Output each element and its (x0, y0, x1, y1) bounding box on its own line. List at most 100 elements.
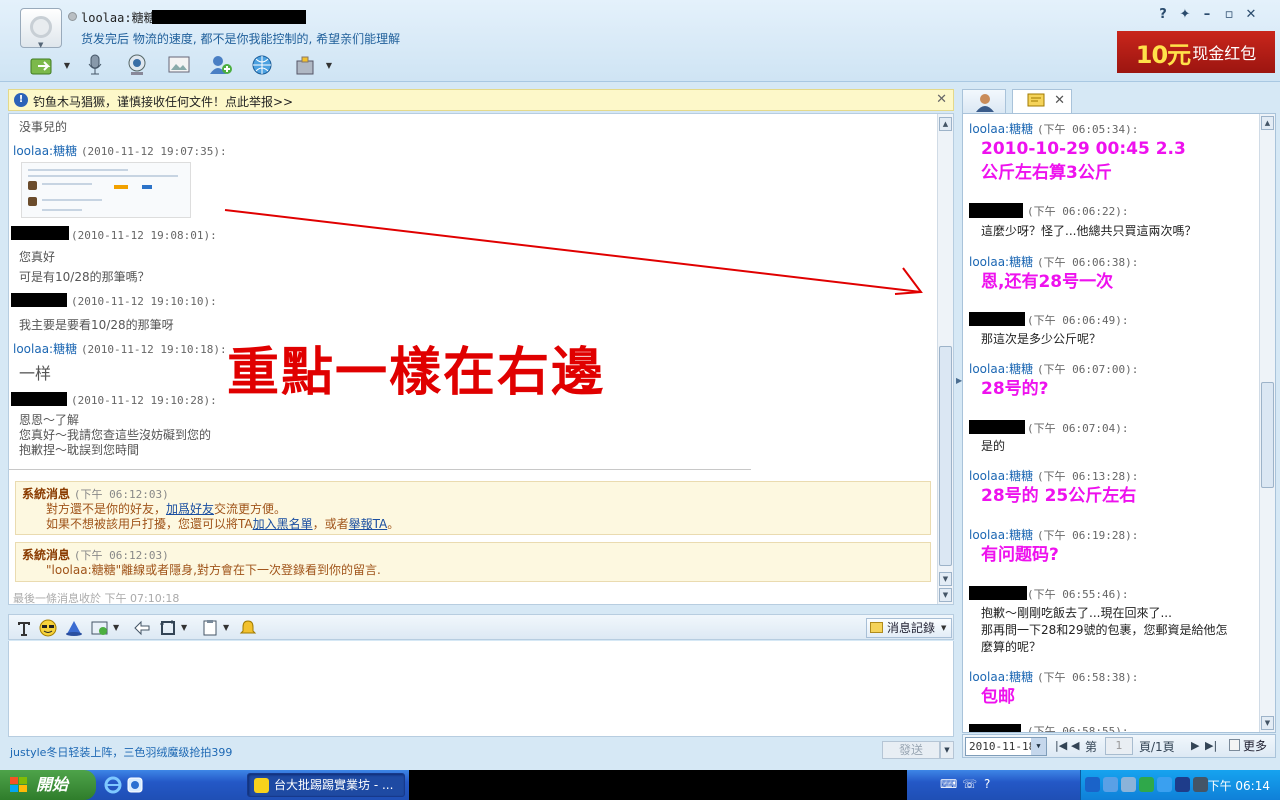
start-button[interactable]: 開始 (0, 770, 96, 800)
update-icon[interactable] (1157, 777, 1172, 792)
add-friend-button[interactable] (206, 53, 236, 77)
keyboard-icon[interactable]: ⌨ (940, 777, 957, 791)
prev-page-icon[interactable]: ◀ (1071, 739, 1079, 752)
chevron-down-icon[interactable]: ▼ (181, 623, 187, 632)
bell-icon[interactable] (239, 619, 257, 637)
date-select[interactable]: 2010-11-18 ▼ (965, 737, 1047, 756)
bluetooth-icon[interactable] (1175, 777, 1190, 792)
message-input[interactable] (8, 641, 954, 737)
close-icon[interactable]: ✕ (1054, 93, 1065, 108)
chat-scrollbar[interactable]: ▲ ▼ ▼ (937, 114, 953, 604)
scroll-up-icon[interactable]: ▲ (1261, 116, 1274, 130)
sender-name[interactable]: loolaa:糖糖 (969, 469, 1033, 483)
sender-name[interactable]: loolaa:糖糖 (969, 122, 1033, 136)
minimize-icon[interactable]: – (1198, 6, 1216, 24)
microphone-icon (88, 54, 102, 75)
maximize-icon[interactable]: ▫ (1220, 6, 1238, 24)
more-button[interactable]: 更多 (1229, 737, 1267, 754)
panel-splitter[interactable]: ▶ (955, 350, 962, 410)
system-message-line: 對方還不是你的好友，加爲好友交流更方便。 (22, 502, 924, 517)
emoticon-icon[interactable] (39, 619, 57, 637)
sender-name[interactable]: loolaa:糖糖 (969, 670, 1033, 684)
chevron-down-icon[interactable]: ▼ (1031, 738, 1046, 755)
phone-icon[interactable]: ☏ (962, 777, 977, 791)
message-history-button[interactable]: 消息記錄 (866, 618, 952, 638)
image-icon[interactable] (91, 619, 109, 637)
video-button[interactable] (122, 53, 152, 77)
last-page-icon[interactable]: ▶| (1205, 739, 1217, 752)
taskbar-item-browser[interactable]: 台大批踢踢實業坊 - ... (247, 773, 405, 797)
sender-name[interactable]: loolaa:糖糖 (969, 255, 1033, 269)
message-text: 抱歉捏～耽誤到您時間 (19, 443, 140, 457)
close-icon[interactable]: ✕ (1242, 6, 1260, 24)
monitor-icon[interactable] (1193, 777, 1208, 792)
promo-banner[interactable]: 10元 现金红包 (1117, 31, 1275, 73)
footer-ad-link[interactable]: justyle冬日轻装上阵，三色羽绒魔级抢拍399 (10, 744, 232, 760)
message-text: 一样 (19, 364, 52, 383)
chevron-down-icon[interactable]: ▼ (940, 741, 954, 759)
remote-desktop-button[interactable] (164, 53, 194, 77)
message-time: (下午 06:06:49): (1027, 314, 1129, 327)
clock: 下午 06:14 (1207, 779, 1270, 793)
help-icon[interactable]: ? (1154, 6, 1172, 24)
task-label: 台大批踢踢實業坊 - ... (274, 778, 394, 792)
sender-name[interactable]: loolaa:糖糖 (969, 362, 1033, 376)
sender-name[interactable]: loolaa:糖糖 (13, 342, 77, 356)
next-page-icon[interactable]: ▶ (1191, 739, 1199, 752)
scroll-thumb[interactable] (1261, 382, 1274, 488)
add-friend-link[interactable]: 加爲好友 (166, 502, 214, 516)
internet-explorer-icon[interactable] (104, 776, 122, 794)
promo-amount: 10元 (1135, 40, 1191, 69)
share-button[interactable] (248, 53, 278, 77)
window-controls: ? ✦ – ▫ ✕ (1154, 6, 1260, 24)
chevron-down-icon[interactable]: ▼ (223, 623, 229, 632)
side-tabs: ✕ (962, 89, 1276, 113)
app-shortcut-icon[interactable] (126, 776, 144, 794)
scroll-up-icon[interactable]: ▲ (939, 117, 952, 131)
info-icon: ! (14, 93, 28, 107)
clipboard-icon[interactable] (201, 619, 219, 637)
message-time: (下午 06:07:04): (1027, 422, 1129, 435)
security-icon[interactable] (1139, 777, 1154, 792)
chevron-down-icon[interactable]: ▼ (941, 618, 953, 638)
sender-name[interactable]: loolaa:糖糖 (969, 528, 1033, 542)
scroll-thumb[interactable] (939, 346, 952, 566)
report-link[interactable]: 舉報TA (349, 517, 388, 531)
chevron-down-icon[interactable]: ▼ (113, 623, 119, 632)
system-message-title: 系統消息 (22, 487, 71, 501)
apps-button[interactable]: ▼ (290, 53, 332, 77)
scroll-down-icon[interactable]: ▼ (1261, 716, 1274, 730)
tab-history[interactable]: ✕ (1012, 89, 1072, 113)
close-icon[interactable]: ✕ (936, 92, 947, 107)
last-message-info: 最後一條消息收於 下午 07:10:18 (13, 592, 180, 605)
warning-text[interactable]: 钓鱼木马猖獗，谨慎接收任何文件！点此举报>> (33, 93, 293, 110)
page-input[interactable]: 1 (1105, 737, 1133, 755)
text: 。 (387, 517, 400, 531)
network-icon[interactable] (1085, 777, 1100, 792)
screenshot-icon[interactable] (159, 619, 177, 637)
send-file-button[interactable]: ▼ (28, 53, 70, 77)
blacklist-link[interactable]: 加入黑名單 (253, 517, 313, 531)
font-icon[interactable] (15, 619, 33, 637)
help-icon[interactable]: ? (984, 777, 990, 791)
contact-avatar[interactable]: ▼ (20, 8, 62, 49)
scroll-down-icon[interactable]: ▼ (939, 572, 952, 586)
history-scrollbar[interactable]: ▲ ▼ (1259, 114, 1275, 732)
tab-profile[interactable] (962, 89, 1006, 113)
chevron-down-icon[interactable]: ▼ (64, 61, 70, 70)
history-entry: loolaa:糖糖 (下午 06:05:34): 2010-10-29 00:4… (969, 120, 1186, 185)
chevron-down-icon[interactable]: ▼ (326, 61, 332, 70)
message-time: (下午 06:13:28): (1036, 470, 1139, 483)
volume-icon[interactable] (1103, 777, 1118, 792)
first-page-icon[interactable]: |◀ (1055, 739, 1067, 752)
shake-icon[interactable] (133, 619, 151, 637)
magic-icon[interactable] (65, 619, 83, 637)
chat-message-pane: 没事兒的 loolaa:糖糖 (2010-11-12 19:07:35): (2… (8, 113, 954, 605)
voice-button[interactable] (80, 53, 110, 77)
display-icon[interactable] (1121, 777, 1136, 792)
send-button[interactable]: 發送 (882, 741, 940, 759)
security-warning-bar[interactable]: ! 钓鱼木马猖獗，谨慎接收任何文件！点此举报>> ✕ (8, 89, 954, 111)
redacted-sender (969, 586, 1027, 600)
scroll-end-icon[interactable]: ▼ (939, 588, 952, 602)
pin-icon[interactable]: ✦ (1176, 6, 1194, 24)
